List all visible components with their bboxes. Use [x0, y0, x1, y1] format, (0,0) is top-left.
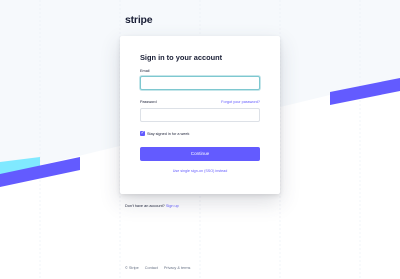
signup-prompt-text: Don't have an account? — [125, 204, 165, 208]
forgot-password-link[interactable]: Forgot your password? — [221, 100, 260, 104]
signup-link[interactable]: Sign up — [166, 204, 179, 208]
privacy-terms-link[interactable]: Privacy & terms — [164, 266, 191, 270]
email-label: Email — [140, 69, 150, 73]
email-field[interactable] — [140, 76, 260, 90]
password-field[interactable] — [140, 108, 260, 122]
stripe-logo[interactable]: stripe — [125, 14, 153, 26]
copyright-text: © Stripe — [125, 266, 139, 270]
signup-prompt: Don't have an account? Sign up — [125, 204, 179, 208]
contact-link[interactable]: Contact — [145, 266, 158, 270]
footer: © Stripe Contact Privacy & terms — [125, 266, 190, 270]
continue-button[interactable]: Continue — [140, 147, 260, 161]
page-title: Sign in to your account — [140, 53, 223, 62]
password-label: Password — [140, 100, 157, 104]
stay-signed-in-checkbox[interactable]: ✓ — [140, 129, 145, 136]
stay-signed-in-label[interactable]: Stay signed in for a week — [147, 132, 189, 136]
sso-link[interactable]: Use single sign-on (SSO) instead — [120, 169, 280, 173]
checkmark-icon: ✓ — [140, 129, 145, 136]
sign-in-card: Sign in to your account Email Password F… — [120, 36, 280, 194]
